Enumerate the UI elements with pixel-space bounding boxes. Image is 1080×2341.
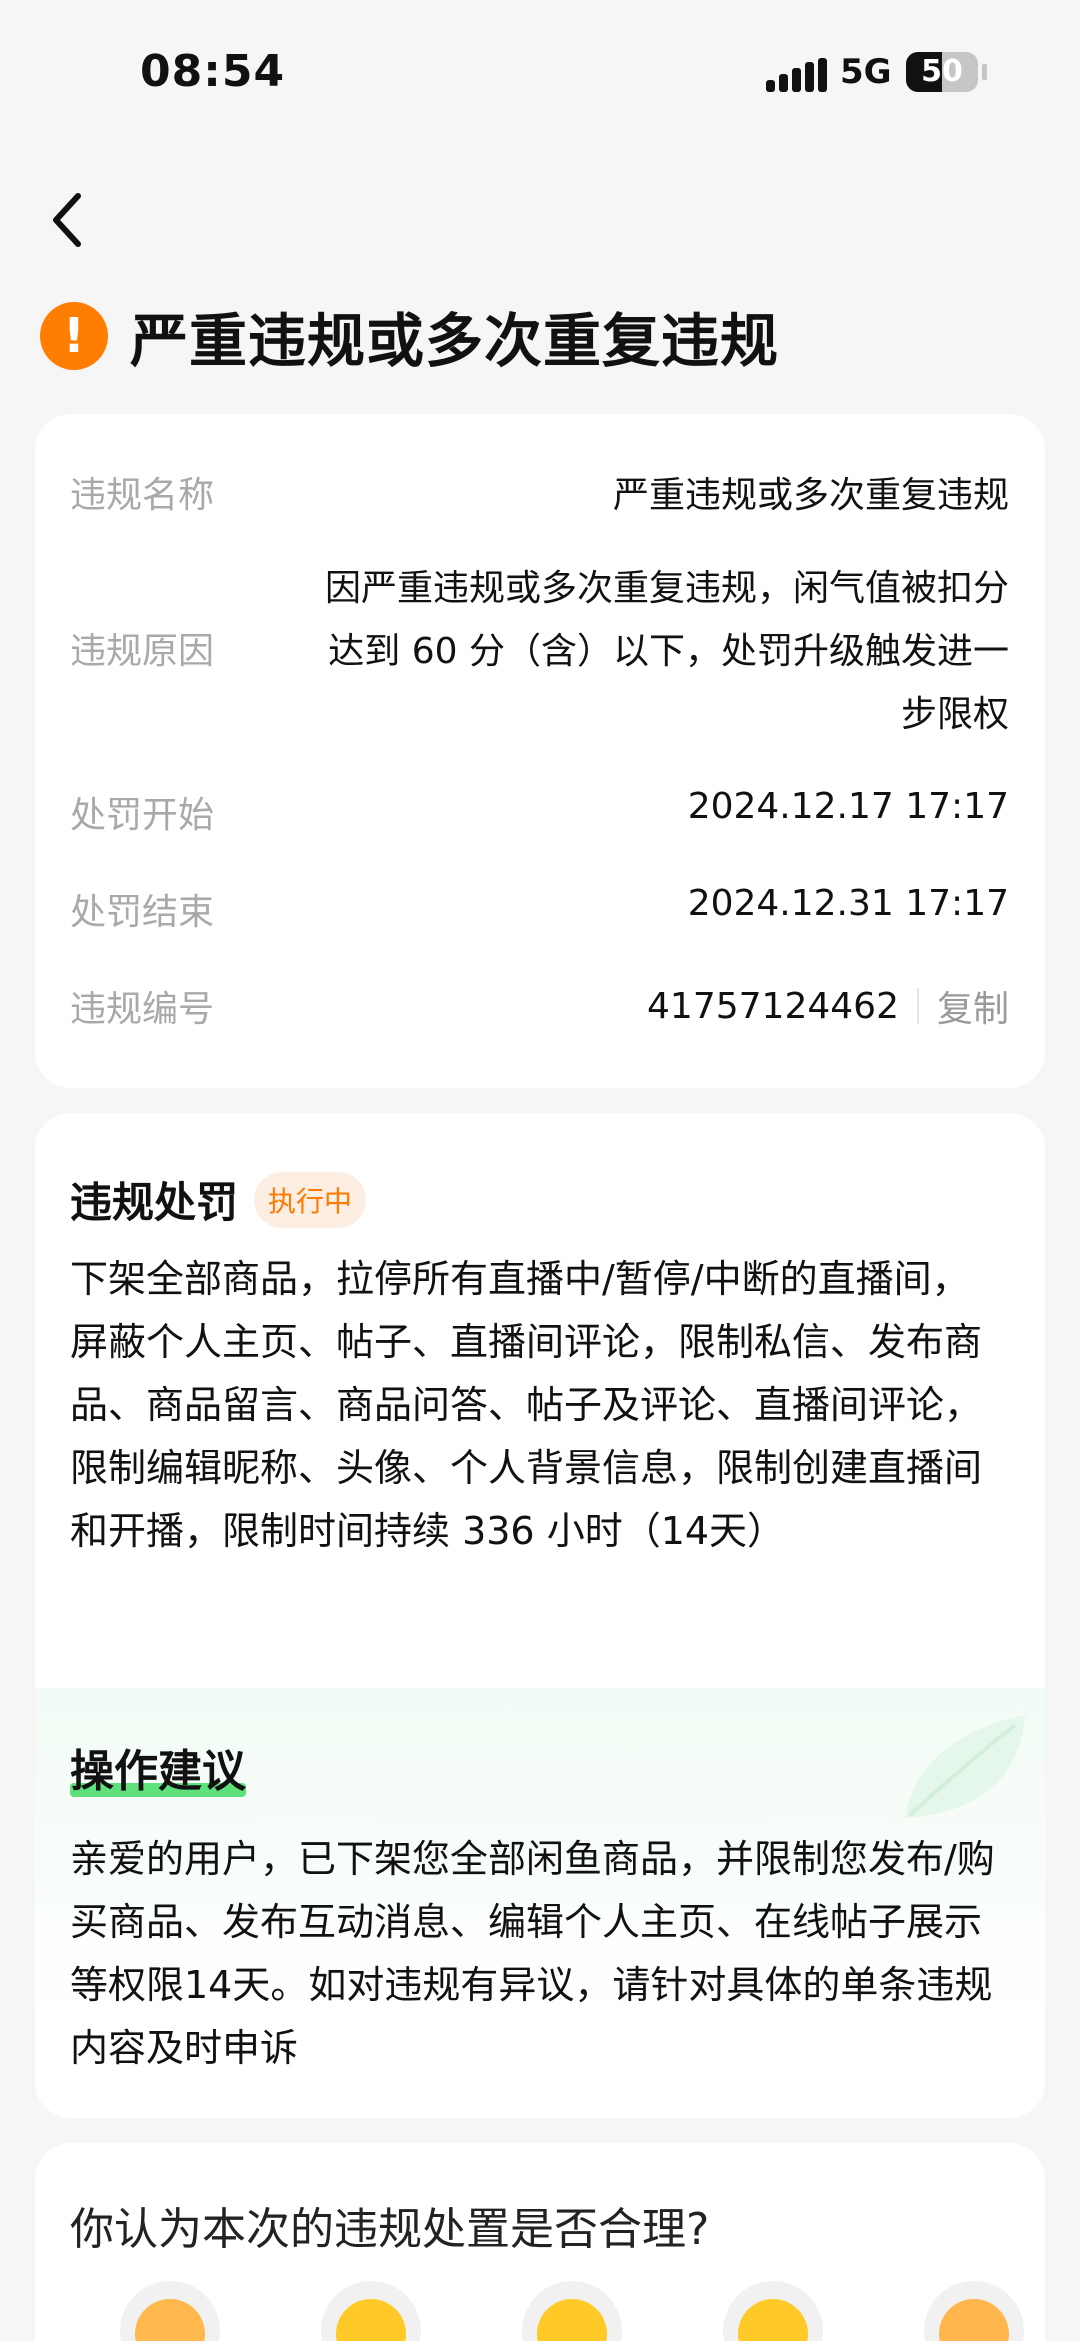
advice-text: 亲爱的用户，已下架您全部闲鱼商品，并限制您发布/购买商品、发布互动消息、编辑个人… [70, 1837, 995, 2070]
thinking-face-icon[interactable] [723, 2281, 823, 2341]
divider [916, 988, 919, 1024]
violation-id: 41757124462 [647, 985, 899, 1027]
detail-row-id: 违规编号 41757124462 复制 [70, 980, 1009, 1040]
feedback-question: 你认为本次的违规处置是否合理? [70, 2204, 710, 2255]
detail-row-name: 违规名称 严重违规或多次重复违规 [70, 466, 1009, 526]
back-button[interactable] [40, 180, 100, 260]
detail-row-start: 处罚开始 2024.12.17 17:17 [70, 786, 1009, 846]
battery-icon: 50 [906, 52, 978, 92]
penalty-header: 违规处罚 执行中 [70, 1169, 367, 1230]
status-time: 08:54 [140, 46, 286, 97]
penalty-card: 违规处罚 执行中 下架全部商品，拉停所有直播中/暂停/中断的直播间，屏蔽个人主页… [35, 1113, 1045, 2118]
violation-details-card: 违规名称 严重违规或多次重复违规 违规原因 因严重违规或多次重复违规，闲气值被扣… [35, 414, 1045, 1088]
detail-value: 2024.12.31 17:17 [687, 883, 1009, 924]
blushing-face-icon[interactable] [924, 2281, 1024, 2341]
network-type: 5G [840, 52, 892, 92]
detail-label: 处罚开始 [70, 795, 215, 836]
detail-row-reason: 违规原因 因严重违规或多次重复违规，闲气值被扣分达到 60 分（含）以下，处罚升… [70, 557, 1009, 747]
warning-icon: ! [40, 302, 108, 370]
page-header: ! 严重违规或多次重复违规 [40, 296, 779, 376]
detail-label: 违规名称 [70, 475, 215, 516]
penalty-description: 下架全部商品，拉停所有直播中/暂停/中断的直播间，屏蔽个人主页、帖子、直播间评论… [70, 1257, 983, 1553]
feedback-card: 你认为本次的违规处置是否合理? [35, 2143, 1045, 2341]
detail-value: 2024.12.17 17:17 [687, 786, 1009, 827]
violation-id-group: 41757124462 复制 [647, 980, 1009, 1032]
page-title: 严重违规或多次重复违规 [130, 307, 780, 375]
chevron-left-icon [53, 193, 81, 247]
battery-level: 50 [921, 54, 963, 89]
detail-row-end: 处罚结束 2024.12.31 17:17 [70, 883, 1009, 943]
detail-label: 处罚结束 [70, 892, 215, 933]
advice-title: 操作建议 [70, 1746, 246, 1797]
detail-value: 严重违规或多次重复违规 [612, 475, 1009, 516]
flushed-face-icon[interactable] [522, 2281, 622, 2341]
detail-value: 因严重违规或多次重复违规，闲气值被扣分达到 60 分（含）以下，处罚升级触发进一… [324, 568, 1009, 735]
unamused-face-icon[interactable] [321, 2281, 421, 2341]
penalty-title: 违规处罚 [70, 1178, 239, 1227]
status-bar: 08:54 5G 50 [0, 0, 1080, 150]
copy-button[interactable]: 复制 [937, 980, 1009, 1032]
advice-header: 操作建议 [70, 1735, 246, 1799]
leaf-icon [905, 1715, 1025, 1818]
angry-face-icon[interactable] [120, 2281, 220, 2341]
battery-tip [982, 64, 987, 80]
rating-options [85, 2281, 1024, 2341]
signal-icon [766, 58, 827, 92]
detail-label: 违规原因 [70, 631, 215, 672]
status-badge: 执行中 [254, 1171, 367, 1228]
detail-label: 违规编号 [70, 989, 215, 1030]
